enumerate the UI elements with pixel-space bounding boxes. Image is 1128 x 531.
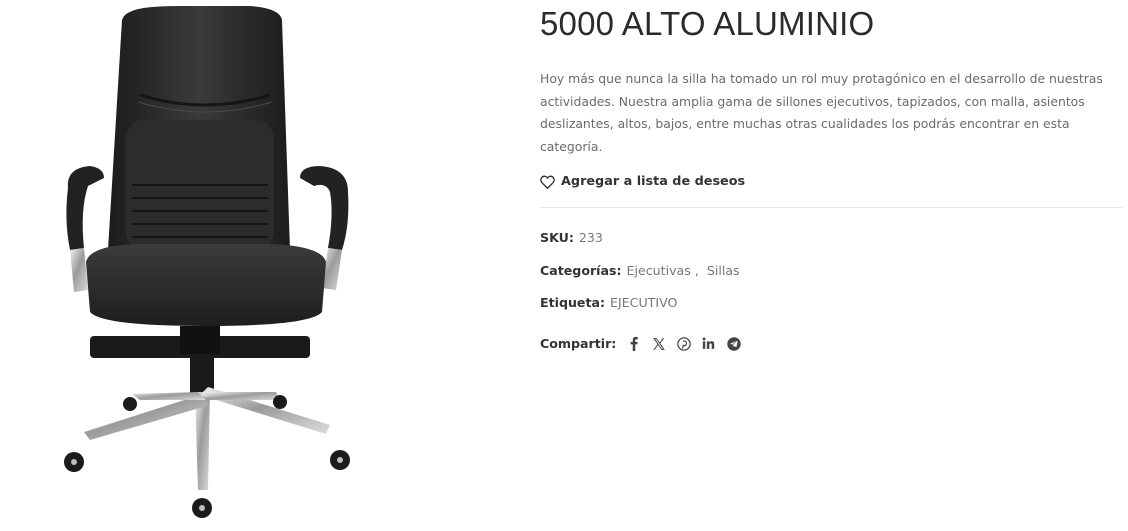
tag-row: Etiqueta: EJECUTIVO <box>540 295 1122 328</box>
x-icon[interactable] <box>646 335 671 353</box>
product-meta: SKU: 233 Categorías: Ejecutivas , Sillas… <box>540 230 1122 360</box>
share-row: Compartir: <box>540 328 1122 361</box>
heart-icon <box>540 175 555 189</box>
categories-row: Categorías: Ejecutivas , Sillas <box>540 263 1122 296</box>
facebook-icon[interactable] <box>621 335 646 353</box>
share-label: Compartir: <box>540 336 617 352</box>
category-link-ejecutivas[interactable]: Ejecutivas <box>627 263 691 278</box>
sku-label: SKU: <box>540 230 574 245</box>
product-image-office-chair[interactable] <box>30 0 370 531</box>
linkedin-icon[interactable] <box>696 335 721 353</box>
product-description: Hoy más que nunca la silla ha tomado un … <box>540 71 1103 154</box>
tag-link[interactable]: EJECUTIVO <box>610 295 677 310</box>
product-summary: 5000 ALTO ALUMINIO Hoy más que nunca la … <box>540 0 1122 360</box>
sku-value: 233 <box>578 230 603 245</box>
telegram-icon[interactable] <box>721 335 746 353</box>
product-title: 5000 ALTO ALUMINIO <box>540 5 875 42</box>
product-gallery <box>0 0 430 531</box>
wishlist-label: Agregar a lista de deseos <box>561 174 746 189</box>
category-separator: , <box>690 262 707 278</box>
divider <box>540 207 1122 208</box>
categories-label: Categorías: <box>540 262 622 278</box>
pinterest-icon[interactable] <box>671 335 696 353</box>
add-to-wishlist-button[interactable]: Agregar a lista de deseos <box>540 174 745 189</box>
category-link-sillas[interactable]: Sillas <box>707 263 740 278</box>
sku-row: SKU: 233 <box>540 230 1122 263</box>
tag-label: Etiqueta: <box>540 295 606 310</box>
